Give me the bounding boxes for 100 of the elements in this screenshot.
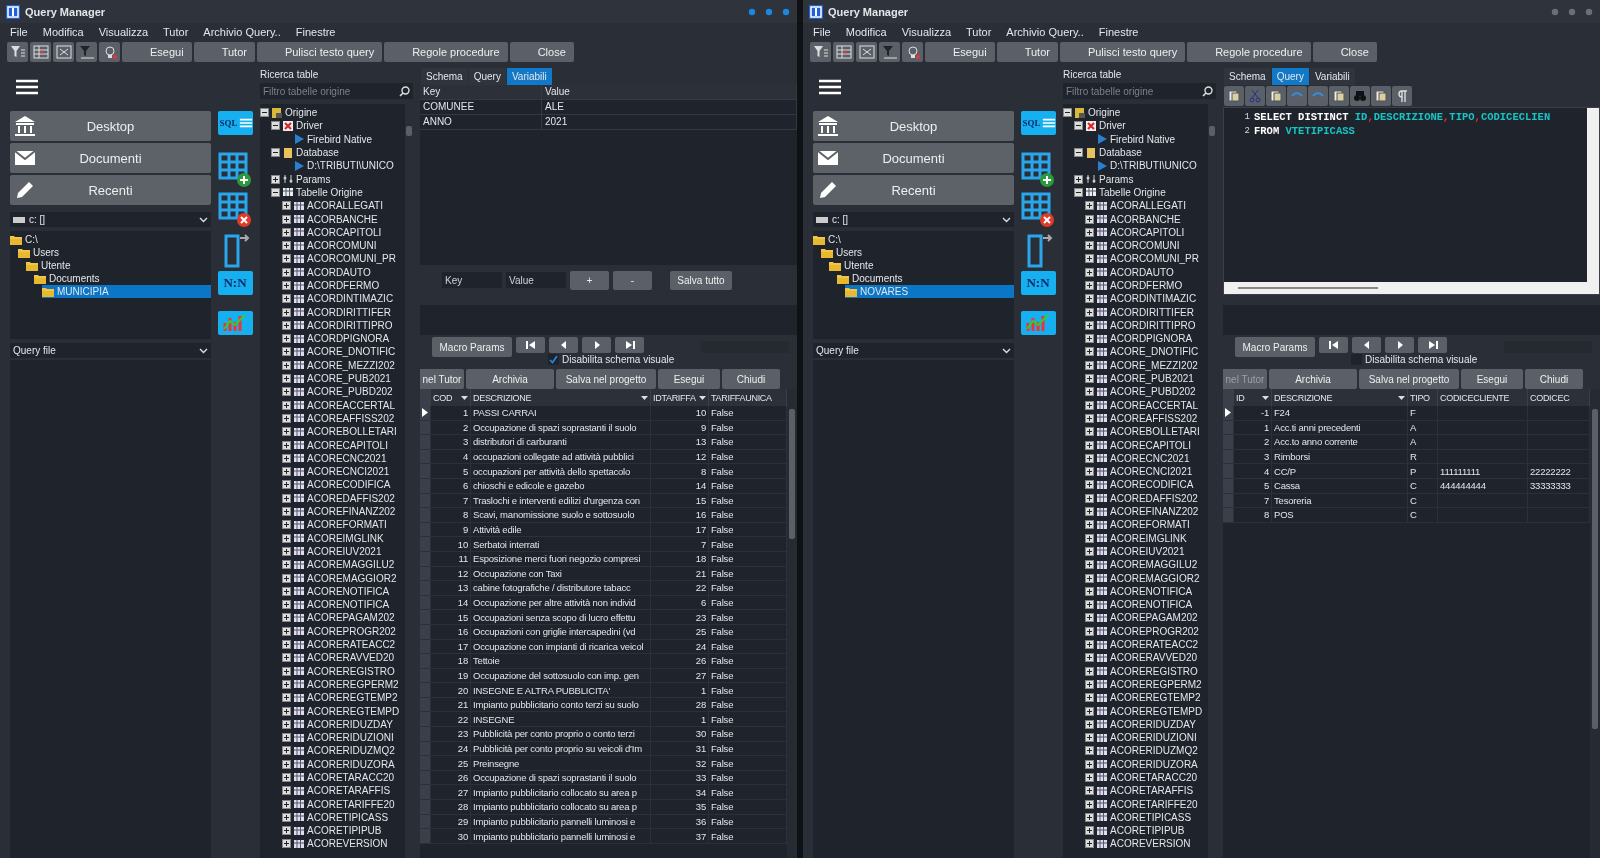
expand-toggle[interactable] xyxy=(282,746,291,756)
folder-item[interactable]: Users xyxy=(821,246,1014,259)
expand-toggle[interactable] xyxy=(1085,786,1094,796)
tree-item[interactable]: ACORDAUTO xyxy=(307,266,371,278)
nav-button[interactable] xyxy=(1319,337,1348,353)
column-header[interactable]: ID xyxy=(1234,389,1272,406)
expand-toggle[interactable] xyxy=(282,706,291,716)
tree-item[interactable]: ACORERIDUZIONI xyxy=(1110,732,1197,744)
tree-item[interactable]: ACORDPIGNORA xyxy=(1110,333,1193,345)
tree-item[interactable]: ACORE_DNOTIFIC xyxy=(307,346,396,358)
tree-item[interactable]: ACOREREGTEMP2 xyxy=(307,692,398,704)
tree-item[interactable]: ACORERIDUZIONI xyxy=(307,732,394,744)
expand-toggle[interactable] xyxy=(282,453,291,463)
expand-toggle[interactable] xyxy=(1085,839,1094,849)
tree-item[interactable]: ACORECNCI2021 xyxy=(1110,466,1193,478)
expand-toggle[interactable] xyxy=(282,799,291,809)
scrollbar[interactable] xyxy=(1224,282,1599,294)
toolbar-button[interactable]: Regole procedure xyxy=(1187,41,1311,62)
tree-item[interactable]: ACORENOTIFICA xyxy=(307,585,390,597)
tree-item[interactable]: ACORETARACC20 xyxy=(1110,772,1198,783)
tree-item[interactable]: ACOREMAGGILU2 xyxy=(1110,559,1198,571)
expand-toggle[interactable] xyxy=(1085,374,1094,384)
tree-item[interactable]: ACORDIRITTIPRO xyxy=(1110,319,1196,331)
tree-item[interactable]: ACORALLEGATI xyxy=(1110,200,1186,212)
menu-item[interactable]: Modifica xyxy=(42,25,84,38)
editor-toolbar-button[interactable] xyxy=(1266,86,1286,106)
editor-toolbar-button[interactable] xyxy=(1224,86,1244,106)
tree-item[interactable]: Database xyxy=(1099,147,1142,159)
expand-toggle[interactable] xyxy=(1085,733,1094,743)
menu-item[interactable]: Visualizza xyxy=(901,25,952,38)
remove-table-button[interactable] xyxy=(1020,191,1056,229)
toolbar-button[interactable] xyxy=(810,41,831,62)
expand-toggle[interactable] xyxy=(282,267,291,277)
tree-item[interactable]: ACORETARIFFE20 xyxy=(1110,798,1198,810)
expand-toggle[interactable] xyxy=(1085,201,1094,211)
tree-item[interactable]: ACORCOMUNI xyxy=(307,240,377,252)
menu-item[interactable]: Finestre xyxy=(295,25,336,38)
tree-item[interactable]: ACOREACCERTAL xyxy=(1110,399,1198,411)
folder-item[interactable]: Utente xyxy=(26,259,211,272)
nav-button[interactable]: Desktop xyxy=(10,111,211,141)
tree-item[interactable]: Driver xyxy=(1099,120,1126,132)
sql-button[interactable]: SQL xyxy=(217,111,253,135)
tab[interactable]: Query xyxy=(468,68,506,85)
expand-toggle[interactable] xyxy=(282,374,291,384)
tree-item[interactable]: ACORCAPITOLI xyxy=(1110,226,1185,238)
tree-item[interactable]: ACORDINTIMAZIC xyxy=(1110,293,1197,305)
expand-toggle[interactable] xyxy=(282,573,291,583)
expand-toggle[interactable] xyxy=(1085,294,1094,304)
tree-item[interactable]: ACOREPROGR202 xyxy=(1110,625,1199,637)
tree-item[interactable]: ACORDPIGNORA xyxy=(307,333,390,345)
row-selector[interactable] xyxy=(1223,406,1234,420)
expand-toggle[interactable] xyxy=(1085,467,1094,477)
editor-toolbar-button[interactable] xyxy=(1371,86,1391,106)
expand-toggle[interactable] xyxy=(1085,533,1094,543)
toolbar-button[interactable]: Esegui xyxy=(925,41,995,62)
expand-toggle[interactable] xyxy=(1085,267,1094,277)
tree-item[interactable]: ACORCOMUNI xyxy=(1110,240,1180,252)
tree-item[interactable]: Firebird Native xyxy=(307,133,373,145)
editor-toolbar-button[interactable] xyxy=(1392,86,1412,106)
tree-item[interactable]: ACORECODIFICA xyxy=(1110,479,1194,491)
tree-item[interactable]: ACORETARIFFE20 xyxy=(307,798,395,810)
folder-item[interactable]: Documents xyxy=(837,272,1014,285)
expand-toggle[interactable] xyxy=(282,400,291,410)
expand-toggle[interactable] xyxy=(271,174,280,184)
expand-toggle[interactable] xyxy=(1085,347,1094,357)
tree-item[interactable]: ACOREPAGAM202 xyxy=(307,612,395,624)
tree-item[interactable]: ACORE_MEZZI202 xyxy=(307,359,395,371)
expand-toggle[interactable] xyxy=(1085,413,1094,423)
tree-item[interactable]: ACORENOTIFICA xyxy=(1110,585,1193,597)
expand-toggle[interactable] xyxy=(282,387,291,397)
tree-item[interactable]: ACOREREGTEMP2 xyxy=(1110,692,1201,704)
expand-toggle[interactable] xyxy=(1085,812,1094,822)
expand-toggle[interactable] xyxy=(1085,746,1094,756)
tree-item[interactable]: ACORERIDUZORA xyxy=(307,758,395,770)
expand-toggle[interactable] xyxy=(1085,281,1094,290)
nav-button[interactable] xyxy=(549,337,578,353)
action-button[interactable]: nel Tutor xyxy=(420,369,464,389)
tree-item[interactable]: ACORETARAFFIS xyxy=(1110,785,1194,797)
scrollbar[interactable] xyxy=(1590,389,1600,858)
toolbar-button[interactable] xyxy=(856,41,877,62)
expand-toggle[interactable] xyxy=(282,826,291,836)
action-button[interactable]: Archivia xyxy=(1269,369,1357,389)
nav-button[interactable] xyxy=(1418,337,1447,353)
collapse-toggle[interactable] xyxy=(271,187,280,197)
chart-button[interactable] xyxy=(1020,311,1056,335)
scrollbar[interactable] xyxy=(1587,108,1599,282)
tree-item[interactable]: ACORDIRITTIFER xyxy=(307,306,391,318)
tab[interactable]: Variabili xyxy=(506,68,552,85)
tree-item[interactable]: ACOREREGISTRO xyxy=(1110,665,1198,677)
tree-item[interactable]: ACORECNCI2021 xyxy=(307,466,390,478)
expand-toggle[interactable] xyxy=(282,546,291,556)
nav-button[interactable]: Documenti xyxy=(813,143,1014,173)
toolbar-button[interactable] xyxy=(879,41,900,62)
tree-item[interactable]: Tabelle Origine xyxy=(296,186,363,198)
tree-item[interactable]: ACOREVERSION xyxy=(307,838,388,850)
search-field[interactable]: Filtro tabelle origine xyxy=(1063,83,1216,99)
expand-toggle[interactable] xyxy=(282,653,291,663)
toolbar-button[interactable]: Close xyxy=(1312,41,1377,62)
expand-toggle[interactable] xyxy=(1085,573,1094,583)
expand-toggle[interactable] xyxy=(1085,360,1094,370)
